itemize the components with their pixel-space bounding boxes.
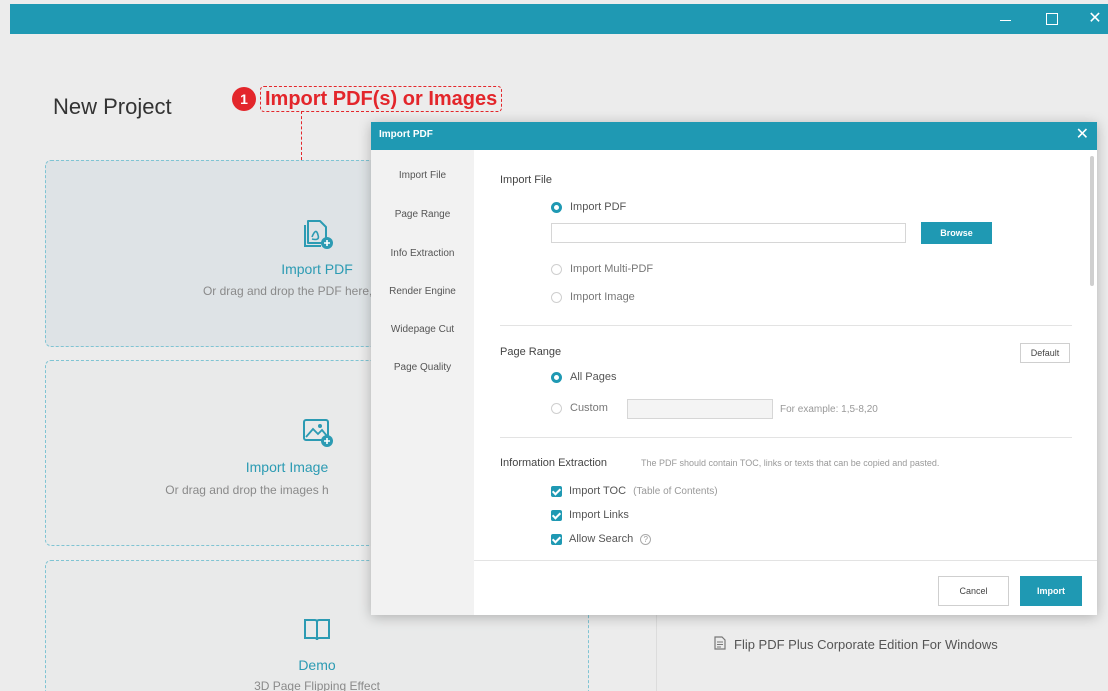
dialog-body: Import File Import PDF Browse Import Mul…: [474, 150, 1097, 560]
radio-selected-icon: [551, 201, 562, 213]
demo-title: Demo: [298, 657, 336, 673]
section-divider: [500, 325, 1072, 326]
nav-page-quality[interactable]: Page Quality: [371, 353, 474, 383]
dialog-title: Import PDF: [379, 129, 433, 140]
cancel-button[interactable]: Cancel: [938, 576, 1009, 606]
import-pdf-dialog: Import PDF ✕ Import File Page Range Info…: [371, 122, 1097, 615]
import-button[interactable]: Import: [1020, 576, 1082, 606]
edition-item-label: Flip PDF Plus Corporate Edition For Wind…: [734, 637, 998, 652]
info-extraction-section-title: Information Extraction: [500, 457, 607, 469]
minimize-button[interactable]: [990, 4, 1020, 34]
radio-import-multi-pdf[interactable]: Import Multi-PDF: [551, 263, 653, 275]
radio-all-pages[interactable]: All Pages: [551, 371, 616, 383]
nav-render-engine[interactable]: Render Engine: [371, 277, 474, 307]
scrollbar-thumb[interactable]: [1090, 156, 1094, 286]
checkbox-allow-search[interactable]: Allow Search ?: [551, 533, 652, 545]
info-extraction-hint: The PDF should contain TOC, links or tex…: [641, 458, 940, 468]
nav-widepage-cut[interactable]: Widepage Cut: [371, 315, 474, 345]
pdf-path-input[interactable]: [551, 223, 906, 243]
radio-unselected-icon: [551, 402, 562, 414]
browse-button[interactable]: Browse: [921, 222, 992, 244]
dialog-nav: Import File Page Range Info Extraction R…: [371, 150, 474, 615]
title-bar: ✕: [10, 4, 1108, 34]
callout-annotation: 1 Import PDF(s) or Images: [232, 86, 503, 112]
section-divider: [500, 437, 1072, 438]
radio-selected-icon: [551, 371, 562, 383]
dialog-close-icon[interactable]: ✕: [1076, 126, 1089, 144]
callout-text: Import PDF(s) or Images: [260, 86, 503, 112]
radio-unselected-icon: [551, 291, 562, 303]
checkbox-import-toc[interactable]: Import TOC (Table of Contents): [551, 485, 718, 497]
radio-import-pdf[interactable]: Import PDF: [551, 201, 626, 213]
import-file-section-title: Import File: [500, 174, 552, 186]
page-title: New Project: [53, 94, 172, 119]
dialog-footer: Cancel Import: [474, 560, 1097, 615]
book-icon: [46, 617, 588, 648]
document-icon: [714, 636, 726, 653]
demo-subtitle: 3D Page Flipping Effect: [254, 679, 380, 691]
nav-page-range[interactable]: Page Range: [371, 200, 474, 230]
page-range-section-title: Page Range: [500, 346, 562, 358]
radio-custom[interactable]: Custom: [551, 402, 608, 414]
dialog-header: Import PDF ✕: [371, 122, 1097, 150]
checkbox-checked-icon: [551, 509, 562, 521]
help-icon[interactable]: ?: [640, 533, 652, 545]
callout-number: 1: [232, 87, 256, 111]
default-button[interactable]: Default: [1020, 343, 1070, 363]
custom-range-input[interactable]: [627, 399, 773, 419]
radio-unselected-icon: [551, 263, 562, 275]
nav-import-file[interactable]: Import File: [371, 161, 474, 191]
radio-import-image[interactable]: Import Image: [551, 291, 635, 303]
edition-item[interactable]: Flip PDF Plus Corporate Edition For Wind…: [714, 636, 998, 653]
close-window-button[interactable]: ✕: [1080, 4, 1108, 34]
checkbox-checked-icon: [551, 485, 562, 497]
maximize-button[interactable]: [1036, 4, 1066, 34]
checkbox-checked-icon: [551, 533, 562, 545]
custom-range-hint: For example: 1,5-8,20: [780, 404, 878, 415]
dialog-scrollbar[interactable]: [1088, 150, 1097, 560]
checkbox-import-links[interactable]: Import Links: [551, 509, 629, 521]
nav-info-extraction[interactable]: Info Extraction: [371, 239, 474, 269]
